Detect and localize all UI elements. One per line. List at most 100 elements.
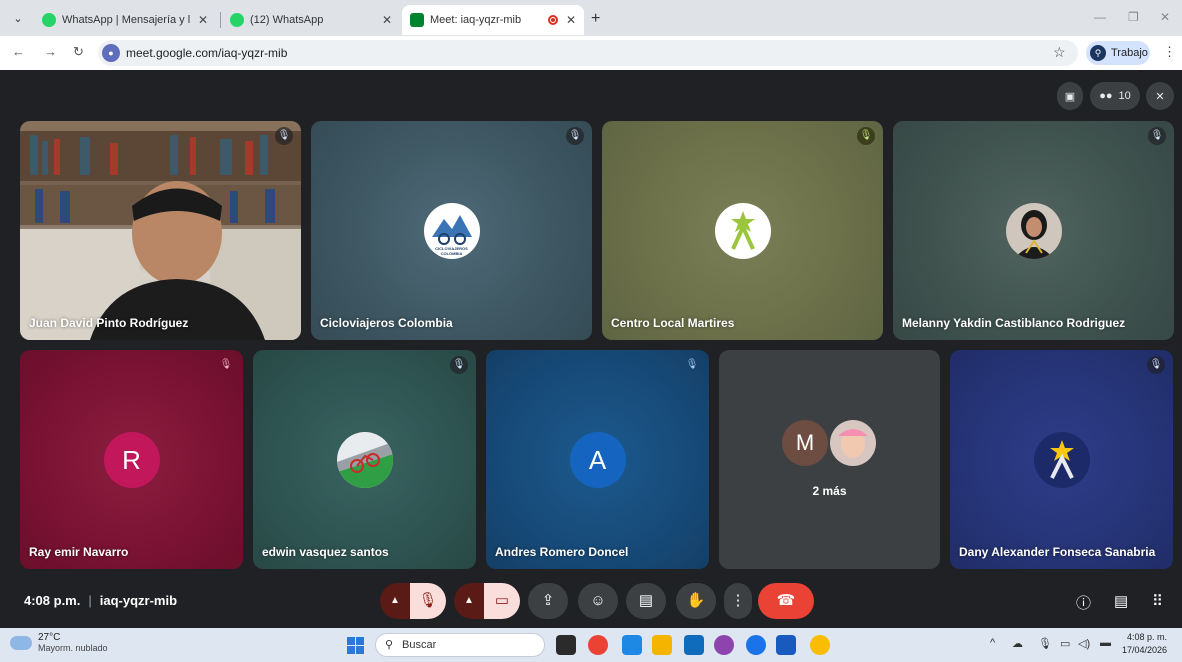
- participant-tile[interactable]: 🎙 Centro Local Martires: [602, 121, 883, 340]
- close-tab-icon[interactable]: ✕: [566, 13, 576, 27]
- microphone-icon[interactable]: 🎙: [1038, 637, 1052, 650]
- more-options-button[interactable]: ⋮: [724, 583, 752, 619]
- show-hidden-icons[interactable]: ^: [990, 637, 995, 649]
- muted-mic-icon: 🎙: [275, 127, 293, 145]
- meeting-code: iaq-yqzr-mib: [99, 593, 178, 608]
- meeting-details-icon[interactable]: ⓘ: [1076, 592, 1091, 613]
- activities-icon[interactable]: ⠿: [1152, 592, 1163, 610]
- participant-tile[interactable]: A 🎙 Andres Romero Doncel: [486, 350, 709, 569]
- leave-call-button[interactable]: ☎: [758, 583, 814, 619]
- participant-name: Cicloviajeros Colombia: [320, 316, 453, 330]
- participant-tile[interactable]: 🎙 Juan David Pinto Rodríguez: [20, 121, 301, 340]
- taskbar-clock[interactable]: 4:08 p. m. 17/04/2026: [1122, 631, 1167, 657]
- muted-mic-icon: 🎙: [685, 359, 699, 370]
- tab-meet[interactable]: Meet: iaq-yqzr-mib ✕: [402, 5, 584, 35]
- participant-name: Juan David Pinto Rodríguez: [29, 316, 189, 330]
- people-icon: ●●: [1099, 90, 1113, 102]
- participant-name: Dany Alexander Fonseca Sanabria: [959, 545, 1156, 559]
- audio-options-icon[interactable]: ▲: [380, 583, 410, 619]
- bicycle-icon: [336, 441, 393, 488]
- participant-tile[interactable]: 🎙 Melanny Yakdin Castiblanco Rodriguez: [893, 121, 1174, 340]
- forward-icon[interactable]: →: [44, 44, 57, 59]
- task-view-icon[interactable]: [556, 635, 576, 655]
- google-meet-icon: [410, 13, 424, 27]
- close-window-icon[interactable]: ✕: [1160, 10, 1170, 24]
- edge-icon[interactable]: [746, 635, 766, 655]
- emoji-reaction-button[interactable]: ☺: [578, 583, 618, 619]
- participant-name: edwin vasquez santos: [262, 545, 389, 559]
- battery-icon[interactable]: ▬: [1100, 637, 1111, 649]
- onedrive-icon[interactable]: ☁: [1012, 637, 1023, 650]
- network-icon[interactable]: ▭: [1060, 637, 1070, 650]
- raise-hand-button[interactable]: ✋: [676, 583, 716, 619]
- present-screen-button[interactable]: ⇪: [528, 583, 568, 619]
- bookmark-star-icon[interactable]: ☆: [1053, 44, 1066, 61]
- outlook-icon[interactable]: [684, 635, 704, 655]
- close-tab-icon[interactable]: ✕: [198, 13, 208, 27]
- self-view-hidden-icon[interactable]: ▣: [1057, 82, 1083, 110]
- centro-local-logo: [714, 202, 771, 259]
- weather-widget[interactable]: 27°C Mayorm. nublado: [10, 632, 108, 653]
- volume-icon[interactable]: ◁): [1078, 637, 1090, 650]
- word-icon[interactable]: [776, 635, 796, 655]
- address-bar[interactable]: ● meet.google.com/iaq-yqzr-mib: [98, 40, 1078, 66]
- new-tab-icon[interactable]: +: [591, 10, 600, 28]
- browser-tab-strip: ⌄ WhatsApp | Mensajería y llamac ✕ (12) …: [0, 0, 1182, 36]
- google-drive-icon[interactable]: [622, 635, 642, 655]
- browser-menu-icon[interactable]: ⋮: [1163, 44, 1176, 60]
- camera-off-button[interactable]: ▭: [484, 583, 520, 619]
- muted-mic-icon: 🎙: [857, 127, 875, 145]
- more-participants-label: 2 más: [812, 484, 847, 498]
- participant-name: Centro Local Martires: [611, 316, 735, 330]
- file-explorer-icon[interactable]: [652, 635, 672, 655]
- more-participants-tile[interactable]: M 2 más: [719, 350, 940, 569]
- url-text: meet.google.com/iaq-yqzr-mib: [126, 46, 288, 60]
- search-placeholder: Buscar: [402, 639, 437, 651]
- logo-text: CICLOVIAJEROS COLOMBIA: [435, 245, 468, 256]
- clock-time: 4:08 p. m.: [1127, 632, 1168, 642]
- cloud-icon: [10, 635, 32, 650]
- profile-photo-icon: [1013, 209, 1054, 259]
- windows-start-icon[interactable]: [347, 637, 364, 654]
- profile-button[interactable]: ⚲ Trabajo: [1086, 41, 1150, 65]
- participant-name: Melanny Yakdin Castiblanco Rodriguez: [902, 316, 1126, 330]
- mayor-logo: [1033, 431, 1090, 488]
- recording-icon: [547, 15, 558, 25]
- participant-tile[interactable]: 🎙 Dany Alexander Fonseca Sanabria: [950, 350, 1173, 569]
- chat-icon[interactable]: ▤: [1114, 592, 1128, 610]
- participant-tile[interactable]: R 🎙 Ray emir Navarro: [20, 350, 243, 569]
- chrome-profile-icon[interactable]: [810, 635, 830, 655]
- taskbar-search[interactable]: ⚲ Buscar: [375, 633, 545, 657]
- restore-icon[interactable]: ❐: [1128, 10, 1139, 24]
- participant-photo: [1005, 202, 1062, 259]
- baby-photo-icon: [838, 429, 868, 458]
- back-icon[interactable]: ←: [12, 44, 25, 59]
- profile-avatar: ⚲: [1090, 45, 1106, 61]
- temperature: 27°C: [38, 632, 61, 643]
- chrome-icon[interactable]: [588, 635, 608, 655]
- muted-mic-icon: 🎙: [450, 356, 468, 374]
- cicloviajeros-logo: CICLOVIAJEROS COLOMBIA: [423, 202, 480, 259]
- tab-title: Meet: iaq-yqzr-mib: [430, 14, 522, 26]
- whatsapp-icon: [230, 13, 244, 27]
- minimize-icon[interactable]: —: [1094, 10, 1106, 24]
- pin-off-icon[interactable]: ✕: [1146, 82, 1174, 110]
- photos-icon[interactable]: [714, 635, 734, 655]
- close-tab-icon[interactable]: ✕: [382, 13, 392, 27]
- reload-icon[interactable]: ↻: [73, 44, 84, 60]
- windows-taskbar: 27°C Mayorm. nublado ⚲ Buscar ^ ☁ 🎙 ▭ ◁)…: [0, 628, 1182, 662]
- participants-button[interactable]: ●● 10: [1090, 82, 1140, 110]
- participant-tile[interactable]: CICLOVIAJEROS COLOMBIA 🎙 Cicloviajeros C…: [311, 121, 592, 340]
- muted-mic-icon: 🎙: [1147, 356, 1165, 374]
- tab-search-icon[interactable]: ⌄: [8, 9, 28, 29]
- tab-whatsapp-web[interactable]: WhatsApp | Mensajería y llamac ✕: [34, 5, 216, 35]
- meeting-clock: 4:08 p.m.: [24, 593, 81, 608]
- site-permissions-icon[interactable]: ●: [102, 44, 120, 62]
- tab-whatsapp[interactable]: (12) WhatsApp ✕: [222, 5, 400, 35]
- participant-tile[interactable]: 🎙 edwin vasquez santos: [253, 350, 476, 569]
- captions-button[interactable]: ▤: [626, 583, 666, 619]
- video-options-icon[interactable]: ▲: [454, 583, 484, 619]
- profile-label: Trabajo: [1111, 47, 1148, 59]
- mic-off-button[interactable]: 🎙: [410, 583, 446, 619]
- star-figure-icon: [1049, 439, 1074, 479]
